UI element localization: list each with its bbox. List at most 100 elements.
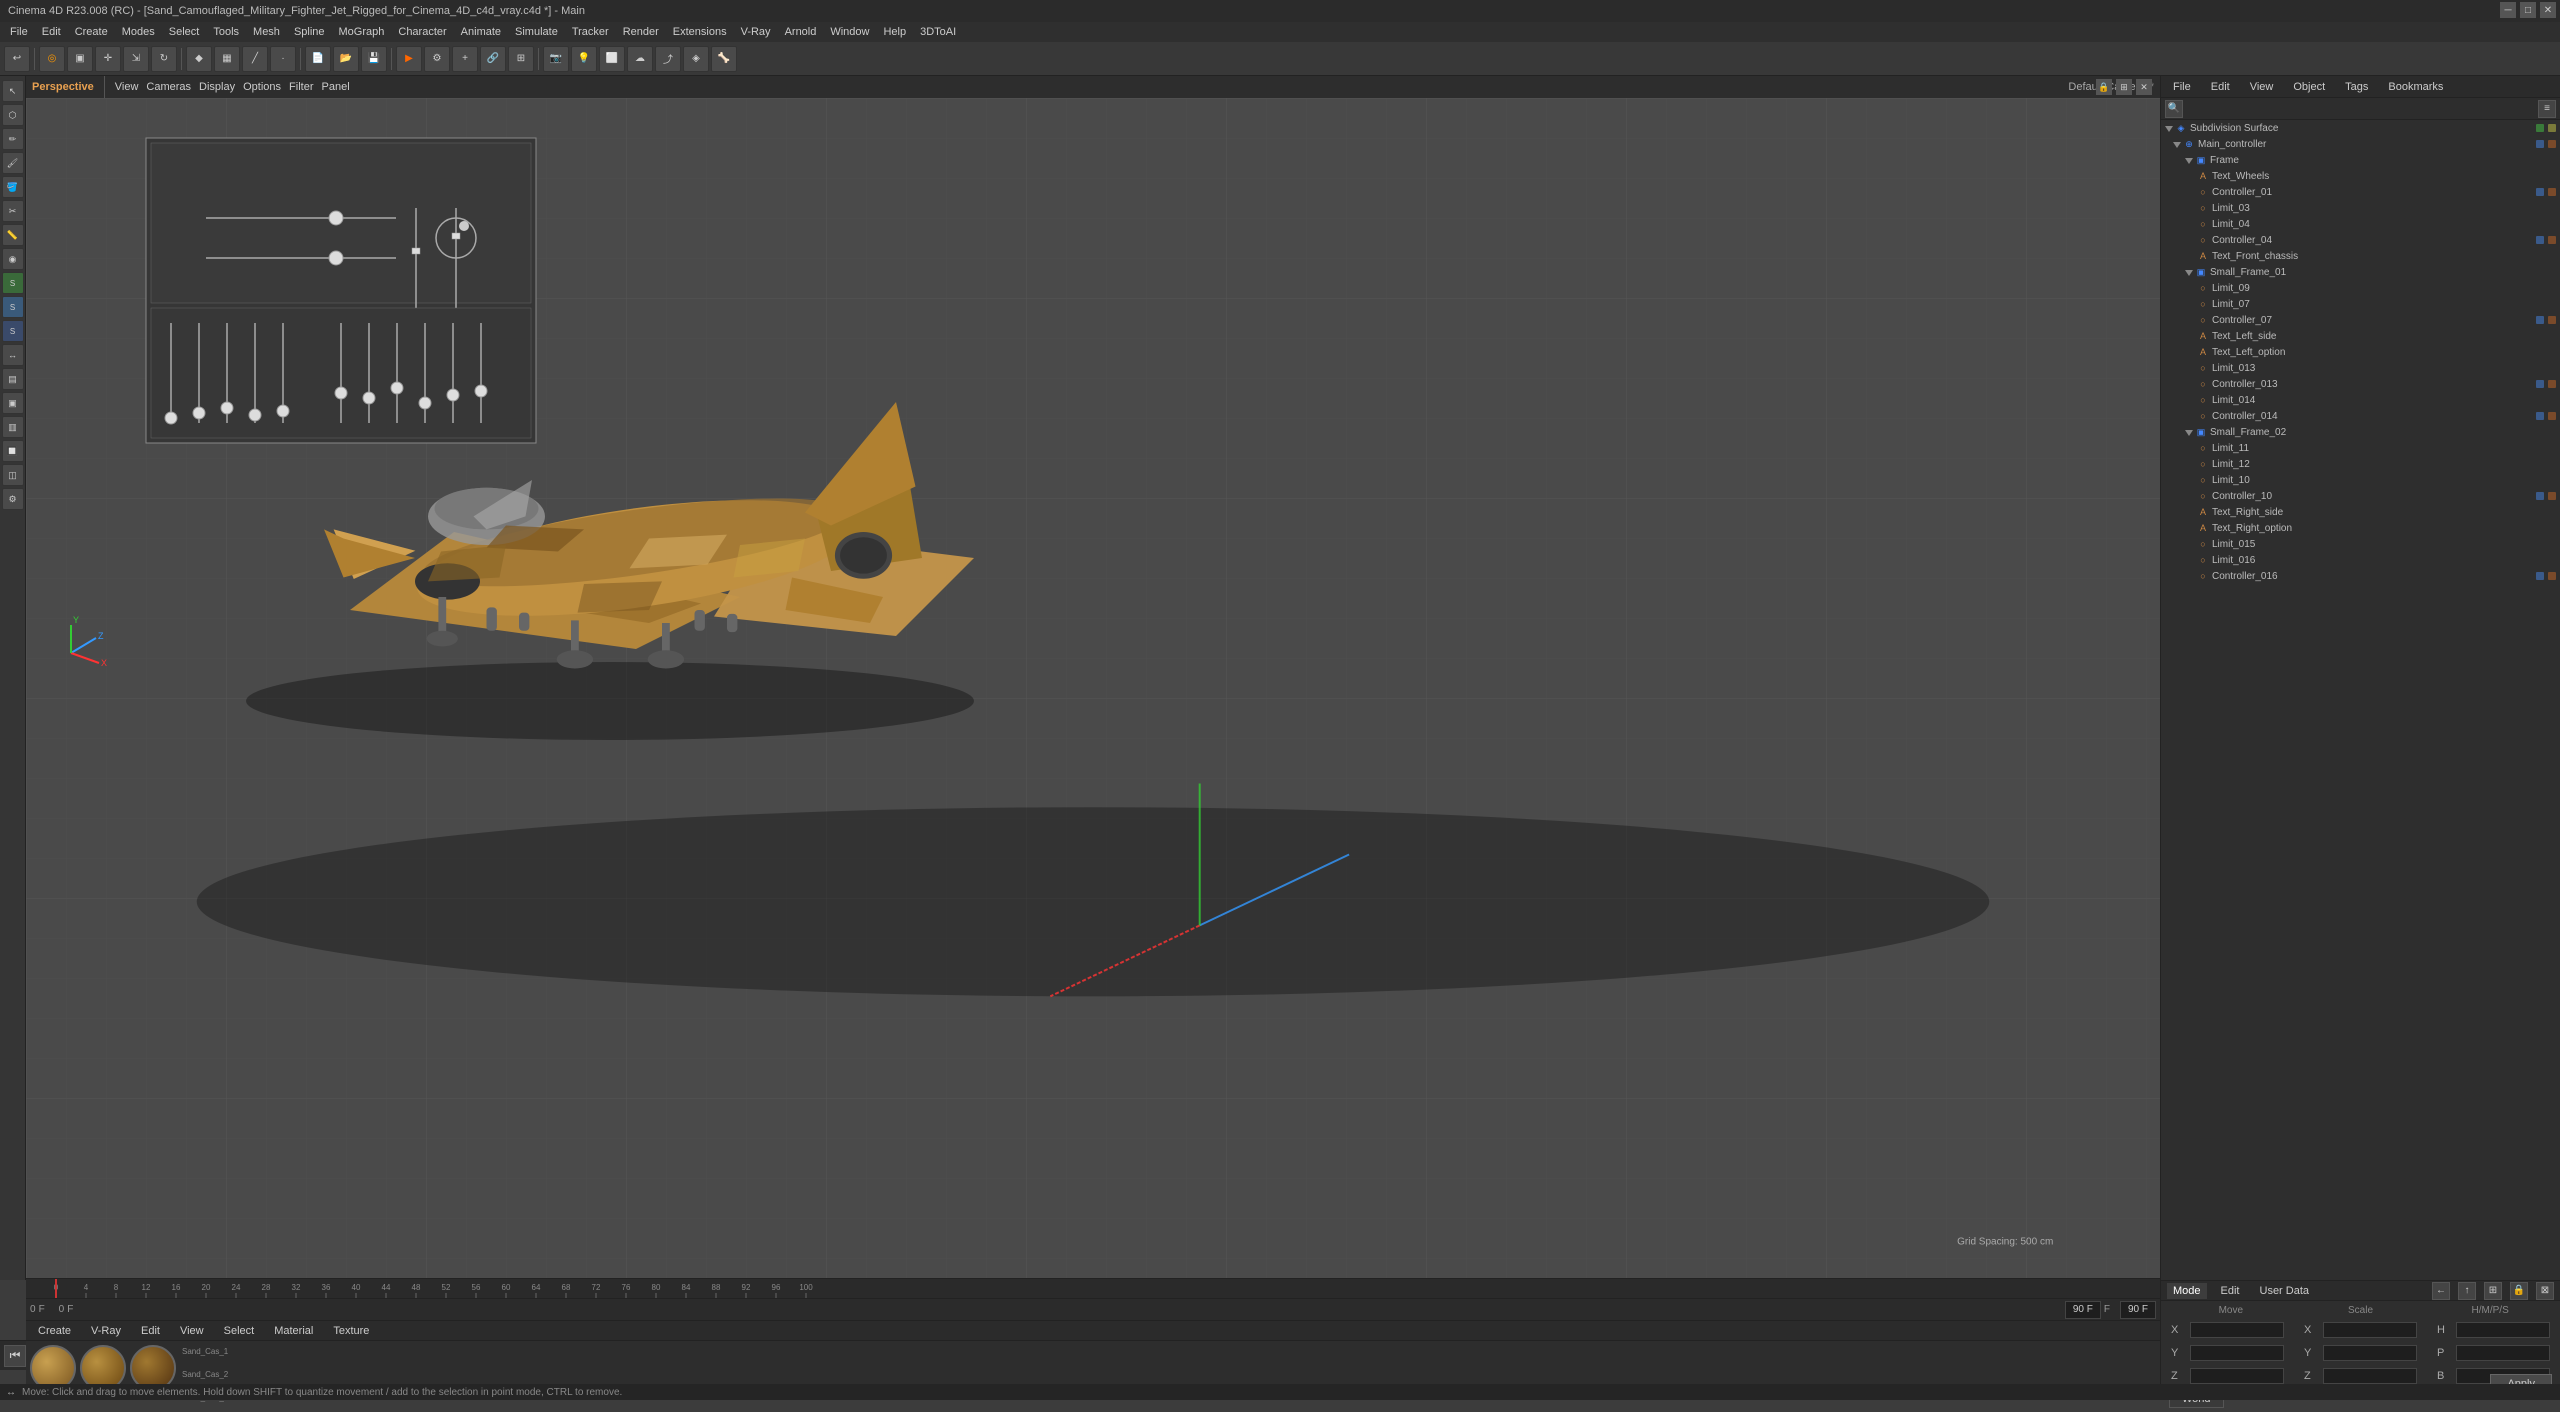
menu-render[interactable]: Render [617,24,665,40]
obj-controller-01[interactable]: ○ Controller_01 [2161,184,2560,200]
attr-mode-tab[interactable]: Mode [2167,1283,2207,1299]
close-button[interactable]: ✕ [2540,2,2556,18]
attr-lock-btn[interactable]: 🔒 [2510,1282,2528,1300]
tool-group4[interactable]: 🔲 [2,440,24,462]
menu-character[interactable]: Character [392,24,452,40]
cameras-tab[interactable]: Cameras [146,81,191,93]
y-scale-input[interactable] [2323,1345,2417,1361]
attr-back-btn[interactable]: ← [2432,1282,2450,1300]
toolbar-move[interactable]: ✛ [95,46,121,72]
attr-up-btn[interactable]: ↑ [2458,1282,2476,1300]
tool-group2[interactable]: ▣ [2,392,24,414]
obj-limit-11[interactable]: ○ Limit_11 [2161,440,2560,456]
menu-extensions[interactable]: Extensions [667,24,733,40]
toolbar-save[interactable]: 💾 [361,46,387,72]
z-pos-input[interactable] [2190,1368,2284,1384]
obj-limit-03[interactable]: ○ Limit_03 [2161,200,2560,216]
attr-expand-btn[interactable]: ⊠ [2536,1282,2554,1300]
mat-material-tab[interactable]: Material [268,1323,319,1339]
transport-to-start[interactable]: ⏮ [4,1345,26,1367]
mat-view-tab[interactable]: View [174,1323,210,1339]
z-scale-input[interactable] [2323,1368,2417,1384]
menu-mesh[interactable]: Mesh [247,24,286,40]
obj-controller-013[interactable]: ○ Controller_013 [2161,376,2560,392]
menu-window[interactable]: Window [824,24,875,40]
om-edit-tab[interactable]: Edit [2205,79,2236,95]
menu-create[interactable]: Create [69,24,114,40]
mat-edit-tab[interactable]: Edit [135,1323,166,1339]
menu-vray[interactable]: V-Ray [735,24,777,40]
toolbar-point-mode[interactable]: · [270,46,296,72]
expand-icon[interactable] [2185,158,2193,164]
toolbar-render-view[interactable]: ▶ [396,46,422,72]
menu-arnold[interactable]: Arnold [779,24,823,40]
obj-text-right-option[interactable]: A Text_Right_option [2161,520,2560,536]
obj-controller-016[interactable]: ○ Controller_016 [2161,568,2560,584]
om-search-btn[interactable]: 🔍 [2165,100,2183,118]
obj-small-frame-01[interactable]: ▣ Small_Frame_01 [2161,264,2560,280]
end-frame2-input[interactable] [2120,1301,2156,1319]
obj-limit-09[interactable]: ○ Limit_09 [2161,280,2560,296]
viewport-expand-btn[interactable]: ⊞ [2116,79,2132,95]
obj-limit-12[interactable]: ○ Limit_12 [2161,456,2560,472]
tool-sym-s[interactable]: S [2,272,24,294]
attr-edit-tab[interactable]: Edit [2215,1283,2246,1299]
x-pos-input[interactable] [2190,1322,2284,1338]
toolbar-floor[interactable]: ⬜ [599,46,625,72]
toolbar-rotate[interactable]: ↻ [151,46,177,72]
om-view-tab[interactable]: View [2244,79,2280,95]
view-tab[interactable]: View [115,81,139,93]
tool-knife[interactable]: ✂ [2,200,24,222]
mat-vray-tab[interactable]: V-Ray [85,1323,127,1339]
toolbar-poly-mode[interactable]: ▦ [214,46,240,72]
expand-icon[interactable] [2165,126,2173,132]
expand-icon[interactable] [2185,270,2193,276]
expand-icon[interactable] [2185,430,2193,436]
obj-limit-015[interactable]: ○ Limit_015 [2161,536,2560,552]
viewport-close-btn[interactable]: ✕ [2136,79,2152,95]
obj-small-frame-02[interactable]: ▣ Small_Frame_02 [2161,424,2560,440]
tool-sym-s3[interactable]: S [2,320,24,342]
om-tags-tab[interactable]: Tags [2339,79,2374,95]
display-tab[interactable]: Display [199,81,235,93]
p-input[interactable] [2456,1345,2550,1361]
toolbar-live-selection[interactable]: ◎ [39,46,65,72]
options-tab[interactable]: Options [243,81,281,93]
toolbar-render-settings[interactable]: ⚙ [424,46,450,72]
mat-texture-tab[interactable]: Texture [327,1323,375,1339]
menu-animate[interactable]: Animate [455,24,507,40]
tool-pointer[interactable]: ↖ [2,80,24,102]
obj-subdivision-surface[interactable]: ◈ Subdivision Surface [2161,120,2560,136]
toolbar-sky[interactable]: ☁ [627,46,653,72]
obj-main-controller[interactable]: ⊕ Main_controller [2161,136,2560,152]
attr-user-data-tab[interactable]: User Data [2254,1283,2316,1299]
obj-limit-013[interactable]: ○ Limit_013 [2161,360,2560,376]
end-frame-input[interactable] [2065,1301,2101,1319]
obj-text-front-chassis[interactable]: A Text_Front_chassis [2161,248,2560,264]
mat-select-tab[interactable]: Select [218,1323,261,1339]
tool-paint[interactable]: 🪣 [2,176,24,198]
menu-tools[interactable]: Tools [207,24,245,40]
menu-tracker[interactable]: Tracker [566,24,615,40]
menu-edit[interactable]: Edit [36,24,67,40]
obj-limit-10[interactable]: ○ Limit_10 [2161,472,2560,488]
tool-sym-s2[interactable]: S [2,296,24,318]
obj-text-left-side[interactable]: A Text_Left_side [2161,328,2560,344]
x-scale-input[interactable] [2323,1322,2417,1338]
toolbar-deformer[interactable]: ⤴ [655,46,681,72]
om-filter-btn[interactable]: ≡ [2538,100,2556,118]
toolbar-workplane[interactable]: ⊞ [508,46,534,72]
minimize-button[interactable]: ─ [2500,2,2516,18]
obj-limit-014[interactable]: ○ Limit_014 [2161,392,2560,408]
toolbar-add-object[interactable]: + [452,46,478,72]
om-bookmarks-tab[interactable]: Bookmarks [2382,79,2449,95]
menu-spline[interactable]: Spline [288,24,331,40]
menu-help[interactable]: Help [877,24,912,40]
menu-file[interactable]: File [4,24,34,40]
attr-filter-btn[interactable]: ⊞ [2484,1282,2502,1300]
toolbar-object-mode[interactable]: ◆ [186,46,212,72]
menu-select[interactable]: Select [163,24,206,40]
tool-pen[interactable]: ✏ [2,128,24,150]
menu-3dtoai[interactable]: 3DToAI [914,24,962,40]
obj-controller-04[interactable]: ○ Controller_04 [2161,232,2560,248]
